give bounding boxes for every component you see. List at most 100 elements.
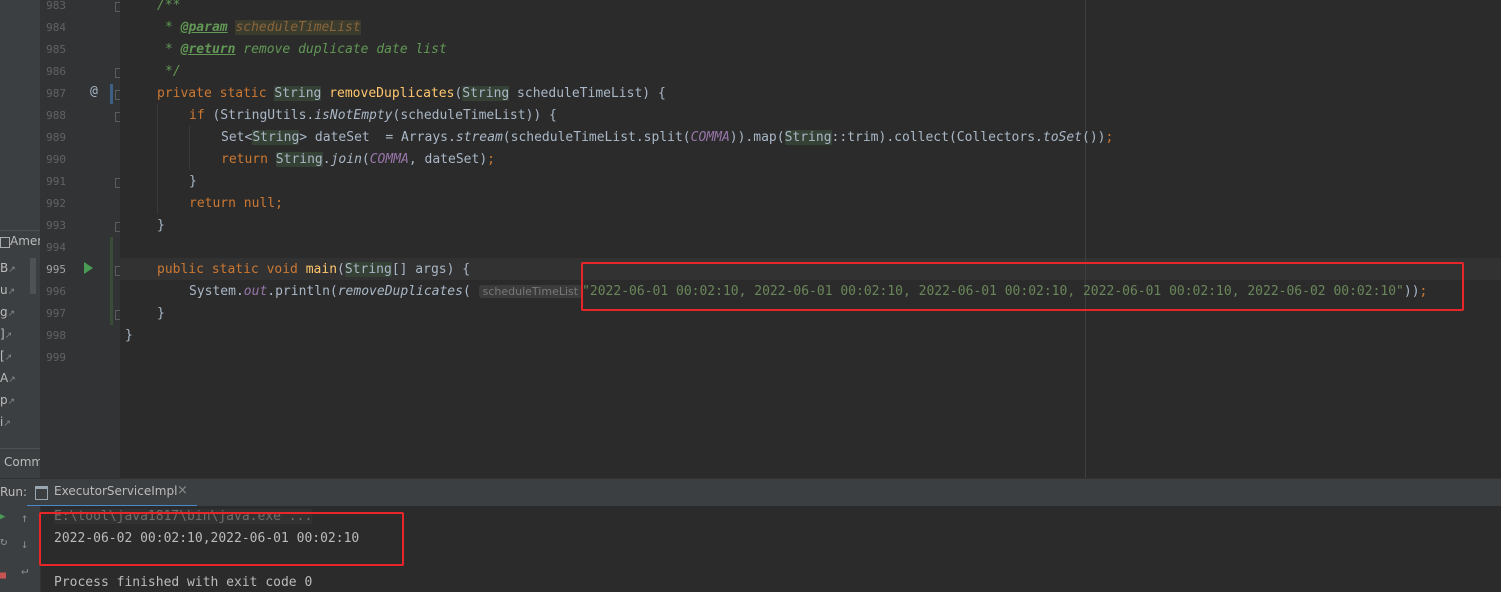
type-name: String [274, 86, 322, 101]
project-tree-item[interactable]: [↗ [0, 346, 38, 366]
project-tree-item[interactable]: p↗ [0, 390, 38, 410]
static-method: toSet [1042, 130, 1083, 145]
doc-comment: * [165, 20, 181, 35]
code-text: )).map( [729, 130, 785, 145]
code-text: ()) [1082, 130, 1106, 145]
line-number: 988 [46, 109, 66, 122]
line-number: 990 [46, 153, 66, 166]
method-name: main [305, 262, 338, 277]
code-text: (StringUtils. [212, 108, 315, 123]
code-line: /** [157, 0, 180, 17]
code-line: } [157, 303, 165, 325]
up-arrow-icon[interactable]: ↑ [21, 511, 28, 525]
code-text: > dateSet = Arrays. [299, 130, 456, 145]
code-text: (scheduleTimeList.split( [502, 130, 691, 145]
type-name: String [344, 262, 392, 277]
pencil-icon: ↗ [4, 353, 13, 363]
tree-item-label: g [0, 305, 8, 319]
doc-tag: @param [180, 20, 228, 35]
project-tree-item[interactable]: g↗ [0, 302, 38, 322]
type-name: String [252, 130, 300, 145]
static-method: join [330, 152, 362, 167]
type-name: String [462, 86, 510, 101]
commit-tab[interactable]: Comm [0, 448, 43, 475]
code-text: Set< [221, 130, 253, 145]
right-margin-guide [1085, 0, 1086, 478]
line-number: 983 [46, 0, 66, 12]
tree-item-label: p [0, 393, 8, 407]
rerun-icon[interactable]: ▶ [0, 512, 5, 522]
doc-comment: /** [157, 0, 181, 13]
vcs-change-marker[interactable] [110, 84, 113, 104]
project-tree-item[interactable]: i↗ [0, 412, 38, 432]
run-side-toolbar: ▶ ↑ ↻ ↓ ↵ ■ [0, 506, 41, 592]
soft-wrap-icon[interactable]: ↵ [21, 563, 28, 577]
code-text: } [157, 218, 165, 233]
highlight-box-input [581, 262, 1464, 311]
line-number: 994 [46, 241, 66, 254]
code-text: System. [189, 284, 244, 299]
doc-comment: remove duplicate date list [235, 42, 447, 57]
static-method: isNotEmpty [314, 108, 393, 123]
tree-item-label: u [0, 283, 8, 297]
close-icon[interactable]: × [177, 483, 188, 498]
scrollbar-thumb[interactable] [30, 258, 36, 294]
code-line: } [125, 325, 133, 347]
type-name: String [784, 130, 832, 145]
project-tree-item[interactable]: A↗ [0, 368, 38, 388]
override-marker-icon[interactable]: @ [90, 84, 98, 99]
pencil-icon: ↗ [8, 265, 16, 275]
constant: COMMA [690, 130, 730, 145]
indent-guide [157, 104, 158, 214]
type-name: String [275, 152, 323, 167]
code-text: } [189, 174, 197, 189]
stop-icon[interactable]: ■ [0, 570, 6, 581]
checkbox-icon[interactable] [0, 237, 10, 248]
run-console[interactable]: E:\tool\java1817\bin\java.exe ... 2022-0… [39, 506, 1501, 592]
project-tree-item[interactable]: ]↗ [0, 324, 38, 344]
project-panel-header-label: Amer [10, 234, 43, 248]
project-panel-header: Amer [0, 230, 43, 255]
line-number: 992 [46, 197, 66, 210]
code-line: } [189, 171, 197, 193]
code-line: Set<String> dateSet = Arrays.stream(sche… [221, 127, 1113, 149]
code-line: } [157, 215, 165, 237]
semicolon: ; [1105, 130, 1114, 145]
restore-icon[interactable]: ↻ [0, 534, 7, 548]
line-number: 998 [46, 329, 66, 342]
down-arrow-icon[interactable]: ↓ [21, 537, 28, 551]
code-text: . [322, 152, 331, 167]
code-text: } [157, 306, 165, 321]
code-text: ::trim).collect(Collectors. [831, 130, 1043, 145]
line-number: 991 [46, 175, 66, 188]
keyword: return [221, 152, 276, 167]
pencil-icon: ↗ [7, 397, 16, 407]
code-line: return String.join(COMMA, dateSet); [221, 149, 495, 171]
run-tab-executorserviceimpl[interactable]: ExecutorServiceImpl × [27, 479, 197, 508]
code-text: ( [337, 262, 345, 277]
pencil-icon: ↗ [3, 419, 11, 429]
console-exit-line: Process finished with exit code 0 [54, 575, 313, 590]
semicolon: ; [275, 196, 283, 211]
doc-tag: @return [180, 42, 236, 57]
keyword: private static [157, 86, 275, 101]
code-line: public static void main(String[] args) { [157, 259, 470, 281]
tree-item-label: B [0, 261, 9, 275]
static-method: removeDuplicates [337, 284, 463, 299]
semicolon: ; [487, 152, 495, 167]
code-text: , dateSet) [408, 152, 488, 167]
line-number: 999 [46, 351, 66, 364]
parameter-hint: scheduleTimeList [478, 285, 583, 298]
method-name: removeDuplicates [329, 86, 455, 101]
constant: COMMA [369, 152, 409, 167]
code-line: * @return remove duplicate date list [165, 39, 447, 61]
project-panel-strip: Amer B↗ u↗ g↗ ]↗ [↗ A↗ p↗ i↗ Comm [0, 0, 43, 478]
code-editor[interactable]: /** * @param scheduleTimeList * @return … [120, 0, 1501, 478]
run-gutter-icon[interactable] [84, 262, 93, 274]
code-text: scheduleTimeList) { [509, 86, 666, 101]
run-toolwindow-header: Run: ExecutorServiceImpl × [0, 478, 1501, 508]
code-text: ( [462, 284, 479, 299]
editor-gutter: 983 984 985 986 987 988 989 990 991 992 … [40, 0, 125, 478]
static-field: out [243, 284, 268, 299]
vcs-change-marker[interactable] [110, 237, 113, 325]
